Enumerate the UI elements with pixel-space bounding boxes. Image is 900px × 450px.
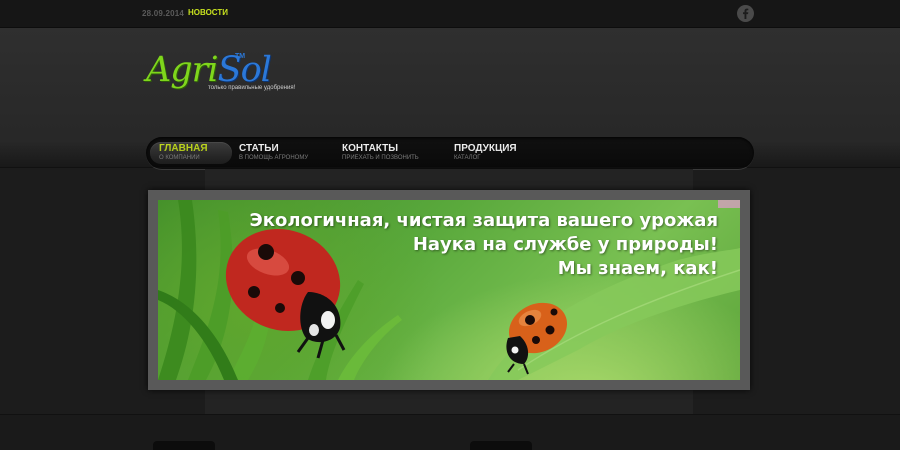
banner-headline-1: Экологичная, чистая защита вашего урожая	[249, 210, 718, 231]
facebook-icon[interactable]	[737, 5, 754, 22]
current-date: 28.09.2014	[142, 9, 185, 18]
logo-wordmark: AgriSol	[146, 50, 272, 90]
site-header: AgriSol TM только правильные удобрения! …	[0, 28, 900, 169]
nav-item-title: ГЛАВНАЯ	[159, 143, 208, 154]
banner-frame: Экологичная, чистая защита вашего урожая…	[148, 190, 750, 390]
big-ladybug	[225, 228, 346, 359]
nav-item-home[interactable]: ГЛАВНАЯ О КОМПАНИИ	[150, 142, 232, 164]
hero-banner[interactable]: Экологичная, чистая защита вашего урожая…	[158, 200, 740, 380]
nav-item-subtitle: ПРИЕХАТЬ И ПОЗВОНИТЬ	[342, 155, 419, 161]
nav-item-title: ПРОДУКЦИЯ	[454, 143, 517, 154]
news-link[interactable]: НОВОСТИ	[188, 8, 228, 17]
agrisol-logo[interactable]: AgriSol TM только правильные удобрения!	[146, 52, 316, 98]
footer-tab-left	[153, 441, 215, 450]
nav-item-products[interactable]: ПРОДУКЦИЯ КАТАЛОГ	[454, 142, 517, 164]
top-bar: 28.09.2014 НОВОСТИ	[0, 0, 900, 28]
nav-item-subtitle: КАТАЛОГ	[454, 155, 481, 161]
nav-item-title: СТАТЬИ	[239, 143, 279, 154]
main-navigation: ГЛАВНАЯ О КОМПАНИИ СТАТЬИ В ПОМОЩЬ АГРОН…	[146, 137, 754, 169]
logo-trademark: TM	[235, 53, 246, 60]
banner-headline-3: Мы знаем, как!	[557, 258, 718, 279]
nav-item-subtitle: В ПОМОЩЬ АГРОНОМУ	[239, 155, 309, 161]
nav-item-subtitle: О КОМПАНИИ	[159, 155, 200, 161]
nav-item-title: КОНТАКТЫ	[342, 143, 399, 154]
nav-item-articles[interactable]: СТАТЬИ В ПОМОЩЬ АГРОНОМУ	[239, 142, 308, 164]
logo-slogan: только правильные удобрения!	[208, 85, 296, 91]
banner-headline-2: Наука на службе у природы!	[412, 234, 718, 255]
footer-tab-right	[470, 441, 532, 450]
nav-item-contacts[interactable]: КОНТАКТЫ ПРИЕХАТЬ И ПОЗВОНИТЬ	[342, 142, 419, 164]
footer-band	[0, 414, 900, 450]
